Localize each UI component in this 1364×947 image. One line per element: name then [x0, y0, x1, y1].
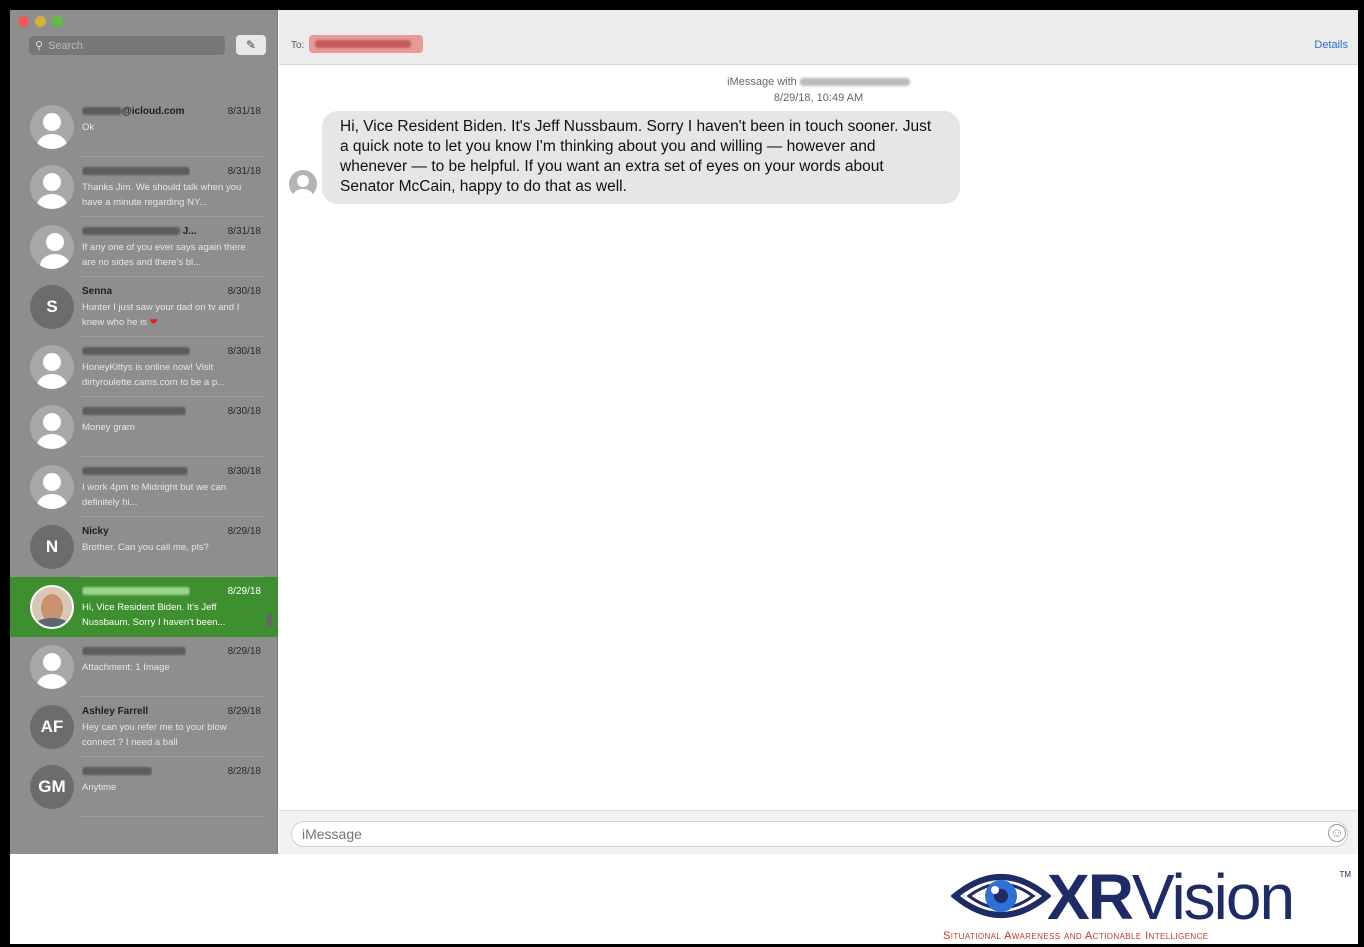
search-field[interactable]: ⚲ Search	[29, 36, 225, 55]
conversation-row-selected[interactable]: 8/29/18 Hi, Vice Resident Biden. It's Je…	[10, 577, 278, 637]
search-icon: ⚲	[35, 40, 44, 52]
conversation-name: Senna	[82, 286, 113, 297]
xrvision-logo: XRVision TM Situational Awareness and Ac…	[935, 858, 1355, 944]
conversation-preview: HoneyKittys is online now! Visit dirtyro…	[82, 362, 226, 388]
contact-initials-avatar: GM	[30, 765, 74, 809]
details-button[interactable]: Details	[1314, 39, 1348, 51]
sidebar-scrollbar[interactable]	[267, 613, 272, 627]
screen-frame: ⚲ Search ✎ @icloud.com 8/31/18 Ok 8/31/1…	[10, 10, 1358, 944]
to-label: To:	[291, 40, 305, 51]
redacted-handle	[799, 78, 910, 87]
conversation-preview: Hey can you refer me to your blow connec…	[82, 722, 227, 748]
conversation-date: 8/29/18	[227, 526, 261, 537]
messages-window: ⚲ Search ✎ @icloud.com 8/31/18 Ok 8/31/1…	[10, 10, 1358, 854]
compose-button[interactable]: ✎	[236, 35, 266, 55]
window-controls	[18, 16, 63, 27]
compose-bar: ☺	[279, 810, 1358, 854]
conversation-preview: Ok	[82, 122, 95, 133]
redacted-name	[82, 227, 180, 236]
contact-avatar-icon	[30, 405, 74, 449]
redacted-name	[82, 587, 190, 596]
contact-initials-avatar: N	[30, 525, 74, 569]
conversation-preview: Anytime	[82, 782, 117, 793]
conversation-date: 8/31/18	[227, 106, 261, 117]
conversation-date: 8/29/18	[227, 646, 261, 657]
redacted-name	[82, 647, 186, 656]
contact-avatar-icon	[30, 165, 74, 209]
conversation-preview: Hunter I just saw your dad on tv and I k…	[82, 302, 240, 328]
heart-icon: ❤	[149, 317, 158, 328]
conversation-row[interactable]: S Senna 8/30/18 Hunter I just saw your d…	[10, 277, 278, 337]
conversation-preview: Thanks Jim. We should talk when you have…	[82, 182, 242, 208]
conversation-preview: Hi, Vice Resident Biden. It's Jeff Nussb…	[82, 602, 226, 628]
group-avatar-icon	[30, 225, 74, 269]
conversation-name: Ashley Farrell	[82, 706, 149, 717]
conversation-name: Nicky	[82, 526, 109, 537]
brand-wordmark: XRVision	[1047, 861, 1295, 933]
conversation-preview: Brother. Can you call me, pls?	[82, 542, 209, 553]
conversation-list: @icloud.com 8/31/18 Ok 8/31/18 Thanks Ji…	[10, 97, 278, 817]
conversation-row[interactable]: GM 8/28/18 Anytime	[10, 757, 278, 817]
contact-initials-avatar: AF	[30, 705, 74, 749]
conversation-row[interactable]: N Nicky 8/29/18 Brother. Can you call me…	[10, 517, 278, 577]
conversation-date: 8/29/18	[227, 586, 261, 597]
conversation-row[interactable]: 8/30/18 I work 4pm to Midnight but we ca…	[10, 457, 278, 517]
contact-avatar-icon	[30, 105, 74, 149]
compose-icon: ✎	[245, 38, 257, 52]
thread-header: To: Details	[279, 10, 1358, 65]
conversation-name: @icloud.com	[122, 106, 185, 117]
conversation-name: J...	[182, 226, 197, 237]
conversation-row[interactable]: AF Ashley Farrell 8/29/18 Hey can you re…	[10, 697, 278, 757]
search-placeholder: Search	[48, 39, 83, 52]
conversation-date: 8/31/18	[227, 166, 261, 177]
contact-avatar-icon	[30, 345, 74, 389]
conversation-preview: I work 4pm to Midnight but we can defini…	[82, 482, 227, 508]
conversation-row[interactable]: 8/29/18 Attachment: 1 Image	[10, 637, 278, 697]
minimize-window-button[interactable]	[35, 16, 46, 27]
conversation-row[interactable]: 8/30/18 Money gram	[10, 397, 278, 457]
redacted-name	[82, 407, 186, 416]
redacted-name	[82, 107, 122, 116]
imessage-with-label: iMessage with	[727, 76, 797, 88]
conversation-date: 8/30/18	[227, 466, 261, 477]
conversation-row[interactable]: J... 8/31/18 If any one of you ever says…	[10, 217, 278, 277]
sender-avatar-icon	[289, 170, 317, 198]
redacted-recipient	[315, 40, 411, 48]
message-timestamp: 8/29/18, 10:49 AM	[773, 92, 864, 104]
conversation-date: 8/28/18	[227, 766, 261, 777]
emoji-icon[interactable]: ☺	[1328, 824, 1346, 842]
contact-avatar-icon	[30, 465, 74, 509]
contact-avatar-icon	[30, 645, 74, 689]
conversation-date: 8/30/18	[227, 346, 261, 357]
trademark-mark: TM	[1339, 870, 1351, 879]
contact-photo-avatar	[30, 585, 74, 629]
thread-info: iMessage with 8/29/18, 10:49 AM	[279, 74, 1358, 106]
redacted-name	[82, 467, 188, 476]
zoom-window-button[interactable]	[52, 16, 63, 27]
redacted-name	[82, 767, 152, 776]
eye-logo-icon	[951, 874, 1051, 918]
conversation-row[interactable]: 8/31/18 Thanks Jim. We should talk when …	[10, 157, 278, 217]
recipient-token[interactable]	[309, 35, 423, 53]
conversation-preview: Money gram	[82, 422, 135, 433]
redacted-name	[82, 347, 190, 356]
redacted-name	[82, 167, 190, 176]
conversation-date: 8/30/18	[227, 406, 261, 417]
brand-tagline: Situational Awareness and Actionable Int…	[943, 930, 1209, 942]
conversation-date: 8/30/18	[227, 286, 261, 297]
conversation-sidebar: ⚲ Search ✎ @icloud.com 8/31/18 Ok 8/31/1…	[10, 10, 278, 854]
conversation-row[interactable]: 8/30/18 HoneyKittys is online now! Visit…	[10, 337, 278, 397]
conversation-date: 8/31/18	[227, 226, 261, 237]
message-input[interactable]	[291, 821, 1348, 847]
close-window-button[interactable]	[18, 16, 29, 27]
conversation-row[interactable]: @icloud.com 8/31/18 Ok	[10, 97, 278, 157]
contact-initials-avatar: S	[30, 285, 74, 329]
conversation-preview: If any one of you ever says again there …	[82, 242, 246, 268]
message-bubble[interactable]: Hi, Vice Resident Biden. It's Jeff Nussb…	[322, 111, 960, 204]
conversation-date: 8/29/18	[227, 706, 261, 717]
conversation-preview: Attachment: 1 Image	[82, 662, 170, 673]
message-thread-pane: To: Details iMessage with 8/29/18, 10:49…	[279, 10, 1358, 854]
